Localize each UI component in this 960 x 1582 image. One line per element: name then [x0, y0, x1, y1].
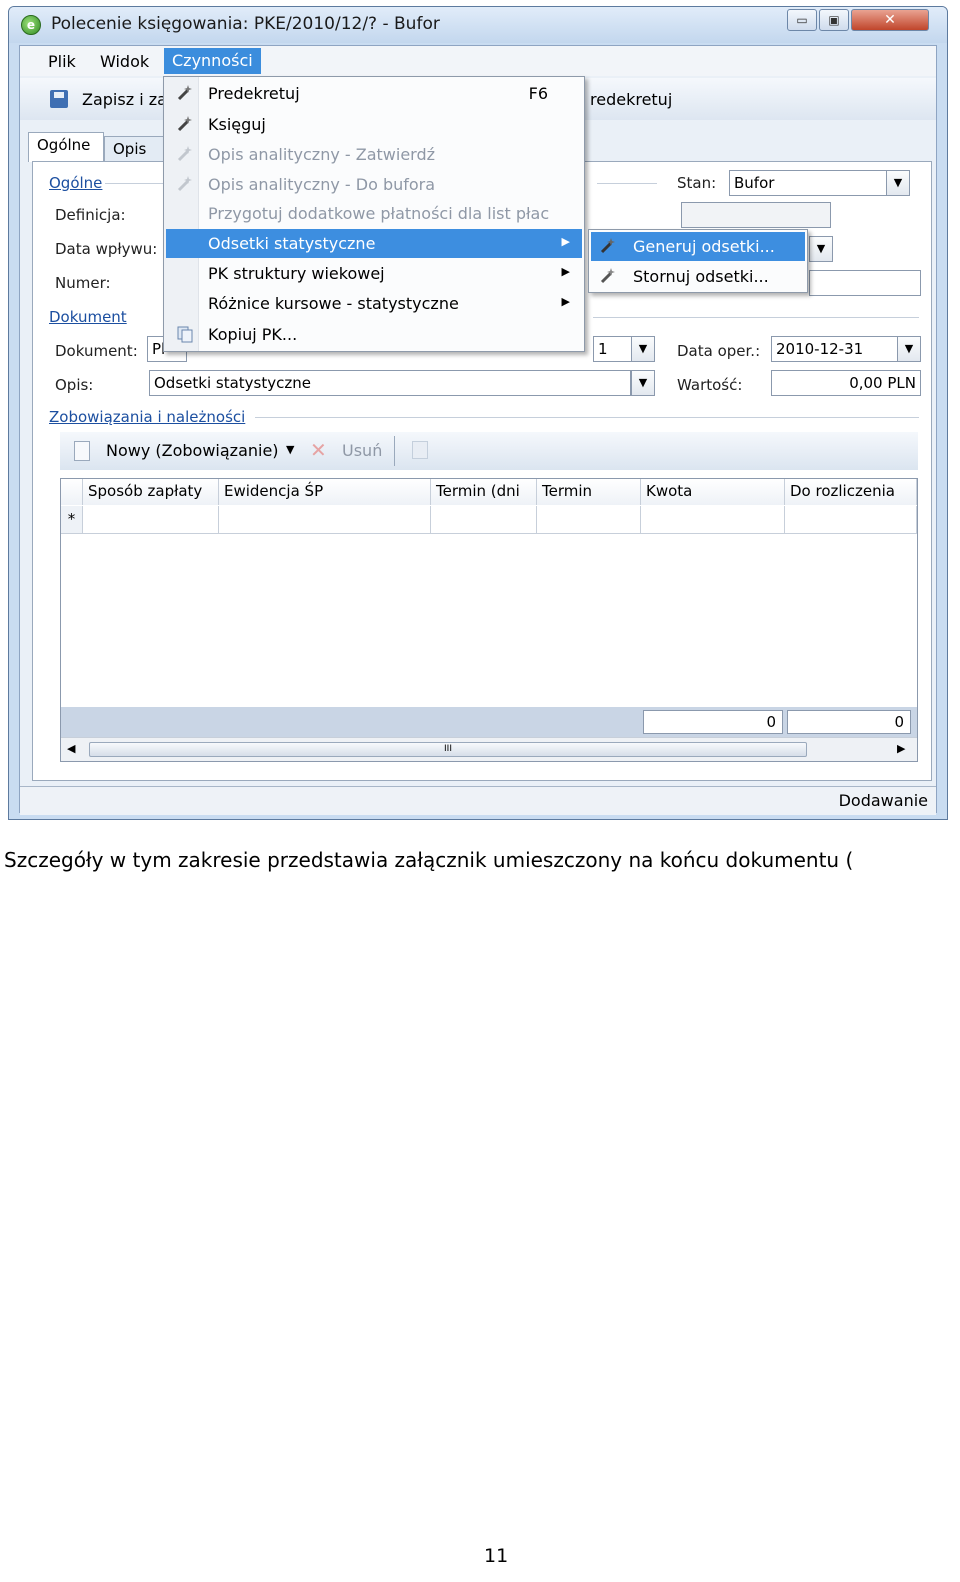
grid-summary-row: 0 0 [61, 707, 917, 737]
dropdown-icon[interactable]: ▼ [809, 236, 833, 262]
data-oper-dropdown-icon[interactable]: ▼ [897, 336, 921, 362]
divider [597, 183, 657, 184]
menu-plik[interactable]: Plik [48, 52, 76, 71]
opis-dropdown-icon[interactable]: ▼ [631, 370, 655, 396]
menu-widok[interactable]: Widok [100, 52, 149, 71]
numer-extra-field[interactable] [809, 270, 921, 296]
divider [255, 417, 919, 418]
delete-button[interactable]: Usuń [342, 441, 382, 460]
data-oper-label: Data oper.: [677, 342, 761, 360]
table-cell[interactable] [785, 506, 917, 534]
new-row-marker[interactable]: * [61, 506, 83, 534]
save-button[interactable]: Zapisz i za [82, 90, 167, 109]
status-mode: Dodawanie [838, 791, 928, 810]
magic-wand-icon [177, 85, 192, 101]
column-header[interactable]: Kwota [641, 479, 785, 505]
group-ogolne-title: Ogólne [49, 174, 103, 192]
menu-item-predekretuj[interactable]: Predekretuj F6 [166, 79, 582, 108]
title-bar[interactable]: e Polecenie księgowania: PKE/2010/12/? -… [9, 7, 947, 43]
minimize-button[interactable]: ▭ [787, 9, 817, 31]
menu-item-opis-zatwierdz[interactable]: Opis analityczny - Zatwierdź [166, 140, 582, 169]
menu-item-odsetki-statystyczne[interactable]: Odsetki statystyczne ▶ [166, 229, 582, 258]
data-oper-field[interactable]: 2010-12-31 [771, 336, 899, 362]
status-bar: Dodawanie [20, 786, 936, 815]
wartosc-label: Wartość: [677, 376, 743, 394]
opis-label: Opis: [55, 376, 94, 394]
table-cell[interactable] [83, 506, 219, 534]
column-header[interactable]: Do rozliczenia [785, 479, 917, 505]
horizontal-scrollbar[interactable]: ◀ III ▶ [61, 737, 917, 761]
magic-wand-icon [600, 238, 615, 254]
date-field-partial[interactable]: 1 [593, 336, 633, 362]
opis-field[interactable]: Odsetki statystyczne [149, 370, 631, 396]
menu-item-przygotuj-platnosci[interactable]: Przygotuj dodatkowe płatności dla list p… [166, 199, 582, 228]
numer-label: Numer: [55, 274, 111, 292]
table-cell[interactable] [537, 506, 641, 534]
menu-czynnosci[interactable]: Czynności [164, 48, 261, 74]
magic-wand-icon [177, 116, 192, 132]
magic-wand-icon [600, 268, 615, 284]
column-header[interactable]: Ewidencja ŚP [219, 479, 431, 505]
scroll-right-icon[interactable]: ▶ [897, 742, 905, 755]
scroll-thumb[interactable]: III [89, 742, 807, 757]
data-wplywu-label: Data wpływu: [55, 240, 158, 258]
column-header[interactable]: Termin [537, 479, 641, 505]
maximize-button[interactable]: ▣ [819, 9, 849, 31]
scroll-left-icon[interactable]: ◀ [67, 742, 75, 755]
date-dropdown-icon[interactable]: ▼ [631, 336, 655, 362]
stan-select[interactable]: Bufor [729, 170, 887, 196]
group-dokument-title: Dokument [49, 308, 127, 326]
column-header[interactable]: Sposób zapłaty [83, 479, 219, 505]
app-icon: e [21, 15, 41, 35]
do-rozliczenia-total: 0 [787, 710, 911, 734]
menu-bar: Plik Widok Czynności [20, 46, 936, 76]
stan-dropdown-icon[interactable]: ▼ [886, 170, 910, 196]
stan-extra-field[interactable] [681, 202, 831, 228]
submenu-arrow-icon: ▶ [561, 295, 570, 308]
window-title: Polecenie księgowania: PKE/2010/12/? - B… [51, 14, 440, 34]
menu-item-roznice-kursowe[interactable]: Różnice kursowe - statystyczne ▶ [166, 289, 582, 318]
shortcut-label: F6 [528, 84, 548, 103]
submenu-arrow-icon: ▶ [561, 265, 570, 278]
edit-icon [412, 441, 428, 459]
toolbar-separator [394, 436, 395, 466]
menu-item-pk-struktury-wiekowej[interactable]: PK struktury wiekowej ▶ [166, 259, 582, 288]
close-button[interactable]: ✕ [851, 9, 929, 31]
delete-icon: ✕ [310, 438, 327, 462]
menu-item-kopiuj-pk[interactable]: Kopiuj PK... [166, 320, 582, 349]
magic-wand-icon [177, 176, 192, 192]
definicja-label: Definicja: [55, 206, 126, 224]
czynnosci-dropdown-menu: Predekretuj F6 Księguj Opis analityczny … [163, 76, 585, 352]
menu-item-ksieguj[interactable]: Księguj [166, 110, 582, 139]
submenu-arrow-icon: ▶ [561, 235, 570, 248]
table-cell[interactable] [219, 506, 431, 534]
predekretuj-button[interactable]: redekretuj [590, 90, 672, 109]
new-obligation-button[interactable]: Nowy (Zobowiązanie) [106, 441, 279, 460]
row-header-corner [61, 479, 83, 505]
group-zobowiazania-title: Zobowiązania i należności [49, 408, 246, 426]
chevron-down-icon[interactable]: ▼ [286, 443, 294, 456]
submenu-item-stornuj-odsetki[interactable]: Stornuj odsetki... [591, 262, 805, 291]
menu-item-opis-do-bufora[interactable]: Opis analityczny - Do bufora [166, 170, 582, 199]
document-caption: Szczegóły w tym zakresie przedstawia zał… [4, 848, 854, 872]
grid-toolbar: Nowy (Zobowiązanie) ▼ ✕ Usuń [60, 432, 918, 470]
stan-label: Stan: [677, 174, 717, 192]
save-icon [50, 90, 68, 108]
copy-icon [177, 326, 193, 343]
odsetki-submenu: Generuj odsetki... Stornuj odsetki... [588, 229, 808, 293]
submenu-item-generuj-odsetki[interactable]: Generuj odsetki... [591, 232, 805, 261]
divider [593, 317, 919, 318]
wartosc-field[interactable]: 0,00 PLN [771, 370, 921, 396]
kwota-total: 0 [643, 710, 783, 734]
dokument-label: Dokument: [55, 342, 138, 360]
obligations-grid: Sposób zapłaty Ewidencja ŚP Termin (dni … [60, 478, 918, 762]
tab-ogolne[interactable]: Ogólne [28, 132, 104, 162]
table-cell[interactable] [431, 506, 537, 534]
document-icon [74, 441, 90, 461]
magic-wand-icon [177, 146, 192, 162]
table-cell[interactable] [641, 506, 785, 534]
column-header[interactable]: Termin (dni [431, 479, 537, 505]
page-number: 11 [484, 1545, 509, 1567]
